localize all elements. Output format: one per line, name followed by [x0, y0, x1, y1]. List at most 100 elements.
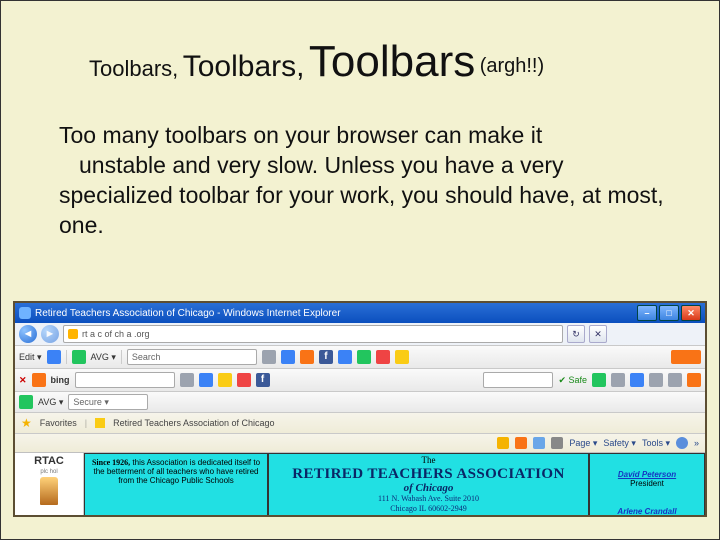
body-rest: unstable and very slow. Unless you have …	[59, 152, 664, 238]
home-icon[interactable]	[497, 437, 509, 449]
slide-title: Toolbars, Toolbars, Toolbars (argh!!)	[89, 37, 697, 87]
toolbar-icon[interactable]	[180, 373, 194, 387]
refresh-button[interactable]: ↻	[567, 325, 585, 343]
toolbar-icon[interactable]	[47, 350, 61, 364]
search-input[interactable]	[75, 372, 175, 388]
rtac-logo-text: RTAC	[34, 455, 64, 467]
favicon-icon	[95, 418, 105, 428]
minimize-button[interactable]: –	[637, 305, 657, 321]
address-text: rt a c of ch a .org	[82, 329, 150, 339]
safe-label[interactable]: ✔ Safe	[558, 375, 587, 386]
close-button[interactable]: ✕	[681, 305, 701, 321]
toolbar-icon[interactable]	[357, 350, 371, 364]
center-banner: The RETIRED TEACHERS ASSOCIATION of Chic…	[268, 453, 589, 517]
search-input[interactable]: Search	[127, 349, 257, 365]
nav-row: ◄ ► rt a c of ch a .org ↻ ✕	[15, 323, 705, 346]
title-medium: Toolbars,	[183, 50, 305, 83]
search-input[interactable]	[483, 372, 553, 388]
command-bar: Page ▾ Safety ▾ Tools ▾ »	[15, 434, 705, 453]
page-content: RTAC plc hol Since 1926, this Associatio…	[15, 453, 705, 517]
toolbar-1: Edit ▾ AVG ▾ Search f	[15, 346, 705, 369]
rtac-caption: plc hol	[40, 469, 57, 475]
body-line1: Too many toolbars on your browser can ma…	[59, 122, 542, 148]
back-button[interactable]: ◄	[19, 325, 37, 343]
toolbar-icon[interactable]	[237, 373, 251, 387]
window-titlebar: Retired Teachers Association of Chicago …	[15, 303, 705, 323]
title-small: Toolbars,	[89, 56, 178, 81]
avg-label[interactable]: AVG ▾	[91, 352, 116, 363]
toolbar-2: ✕ bing f ✔ Safe	[15, 369, 705, 392]
maximize-button[interactable]: □	[659, 305, 679, 321]
banner-addr1: 111 N. Wabash Ave. Suite 2010	[271, 495, 586, 504]
banner-the: The	[271, 456, 586, 466]
separator	[121, 350, 122, 364]
toolbar-icon[interactable]	[649, 373, 663, 387]
secure-dropdown[interactable]: Secure ▾	[68, 394, 148, 410]
toolbar-icon[interactable]	[630, 373, 644, 387]
mail-icon[interactable]	[533, 437, 545, 449]
bing-icon[interactable]	[32, 373, 46, 387]
toolbar-3: AVG ▾ Secure ▾	[15, 392, 705, 413]
toolbar-icon[interactable]	[199, 373, 213, 387]
facebook-icon[interactable]: f	[319, 350, 333, 364]
banner-ofchicago: of Chicago	[271, 482, 586, 494]
rtac-sidebar: RTAC plc hol	[15, 453, 84, 517]
forward-button[interactable]: ►	[41, 325, 59, 343]
favorites-bar: ★ Favorites | Retired Teachers Associati…	[15, 413, 705, 434]
help-icon[interactable]	[676, 437, 688, 449]
banner-addr3: Phone: 312 750 1522, Fax: 312 750 1502	[271, 515, 586, 517]
chevrons[interactable]: »	[694, 438, 699, 448]
ie-icon	[19, 307, 31, 319]
separator	[66, 350, 67, 364]
toolbar-icon[interactable]	[376, 350, 390, 364]
window-title: Retired Teachers Association of Chicago …	[35, 308, 637, 319]
avg-icon[interactable]	[72, 350, 86, 364]
address-bar[interactable]: rt a c of ch a .org	[63, 325, 563, 343]
person-role: President	[594, 479, 700, 488]
slide: Toolbars, Toolbars, Toolbars (argh!!) To…	[0, 0, 720, 540]
body-paragraph: Too many toolbars on your browser can ma…	[59, 121, 667, 241]
star-icon[interactable]: ★	[21, 416, 32, 430]
favorites-label[interactable]: Favorites	[40, 418, 77, 428]
favorites-item[interactable]: Retired Teachers Association of Chicago	[113, 418, 274, 428]
since-box: Since 1926, this Association is dedicate…	[84, 453, 268, 517]
person-name: Arlene Crandall	[594, 507, 700, 516]
toolbar-icon[interactable]	[300, 350, 314, 364]
title-argh: (argh!!)	[480, 55, 544, 77]
banner-addr2: Chicago IL 60602-2949	[271, 505, 586, 514]
feed-icon[interactable]	[515, 437, 527, 449]
edit-menu[interactable]: Edit ▾	[19, 352, 42, 363]
bing-label[interactable]: bing	[51, 375, 70, 385]
people-box: David Peterson President Arlene Crandall…	[589, 453, 705, 517]
secure-label: Secure ▾	[73, 397, 109, 408]
avg-icon[interactable]	[19, 395, 33, 409]
toolbar-icon[interactable]	[592, 373, 606, 387]
toolbar-icon[interactable]	[338, 350, 352, 364]
avg-label[interactable]: AVG ▾	[38, 397, 63, 408]
search-icon[interactable]	[262, 350, 276, 364]
toolbar-icon[interactable]	[687, 373, 701, 387]
facebook-icon[interactable]: f	[256, 373, 270, 387]
toolbar-icon[interactable]	[671, 350, 701, 364]
toolbar-icon[interactable]	[611, 373, 625, 387]
safety-menu[interactable]: Safety ▾	[603, 438, 636, 449]
person-role: Executive Director	[594, 516, 700, 518]
toolbar-icon[interactable]	[218, 373, 232, 387]
print-icon[interactable]	[551, 437, 563, 449]
torch-icon	[40, 477, 58, 505]
browser-screenshot: Retired Teachers Association of Chicago …	[13, 301, 707, 517]
since-title: Since 1926,	[92, 458, 130, 467]
page-menu[interactable]: Page ▾	[569, 438, 597, 449]
toolbar-icon[interactable]	[281, 350, 295, 364]
close-x[interactable]: ✕	[19, 375, 27, 386]
favicon-icon	[68, 329, 78, 339]
search-placeholder: Search	[132, 352, 161, 362]
tools-menu[interactable]: Tools ▾	[642, 438, 670, 449]
title-large: Toolbars	[309, 37, 475, 86]
stop-button[interactable]: ✕	[589, 325, 607, 343]
toolbar-icon[interactable]	[395, 350, 409, 364]
banner-assoc: RETIRED TEACHERS ASSOCIATION	[271, 466, 586, 483]
person-name: David Peterson	[594, 470, 700, 479]
toolbar-icon[interactable]	[668, 373, 682, 387]
window-buttons: – □ ✕	[637, 305, 701, 321]
